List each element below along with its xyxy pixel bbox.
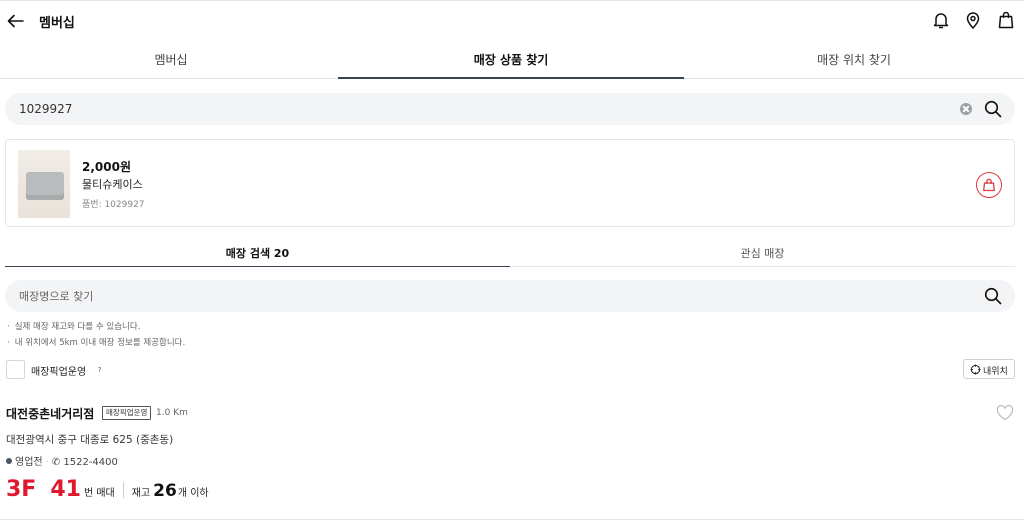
product-name: 물티슈케이스 [82, 178, 143, 191]
store-distance: 1.0 Km [156, 408, 188, 418]
bag-icon [983, 178, 995, 192]
pickup-filter-label[interactable]: 매장픽업운영 [31, 363, 86, 378]
product-search-bar [5, 93, 1015, 125]
notice-item: 실제 매장 재고와 다를 수 있습니다. [7, 319, 185, 335]
shopping-bag-icon[interactable] [996, 10, 1016, 30]
stock-info: 3F 41 번 매대 재고 26개 이하 [6, 477, 209, 507]
my-location-label: 내위치 [983, 367, 1008, 377]
clear-icon[interactable] [960, 103, 972, 115]
tab-find-store-product[interactable]: 매장 상품 찾기 [338, 45, 684, 79]
product-search-input[interactable] [19, 93, 919, 125]
product-image [18, 150, 70, 218]
location-pin-icon[interactable] [963, 10, 983, 30]
search-icon[interactable] [983, 99, 1003, 119]
stock-suffix: 개 이하 [177, 488, 209, 499]
main-tabs: 멤버십 매장 상품 찾기 매장 위치 찾기 [0, 45, 1024, 79]
stock-prefix: 재고 [131, 488, 151, 499]
divider [0, 519, 1024, 520]
store-status-row: 영업전 · ✆ 1522-4400 [6, 453, 118, 468]
heart-icon[interactable] [996, 405, 1014, 421]
pickup-badge: 매장픽업운영 [102, 406, 152, 420]
product-card: 2,000원 물티슈케이스 품번: 1029927 [5, 139, 1015, 227]
phone-icon: ✆ [51, 457, 64, 468]
my-location-button[interactable]: 내위치 [963, 359, 1015, 379]
notice-item: 내 위치에서 5km 이내 매장 정보를 제공합니다. [7, 335, 185, 351]
aisle-number: 41 [50, 477, 81, 502]
store-search-bar [5, 280, 1015, 312]
aisle-suffix: 번 매대 [83, 488, 115, 499]
store-name: 대전중촌네거리점 [6, 407, 95, 421]
status-dot [6, 458, 12, 464]
help-icon[interactable]: ? [94, 365, 105, 376]
pickup-checkbox[interactable] [6, 360, 25, 379]
product-price: 2,000원 [82, 160, 131, 174]
store-status: 영업전 [15, 457, 43, 468]
crosshair-icon [970, 364, 981, 375]
store-phone[interactable]: 1522-4400 [63, 457, 118, 468]
stock-quantity: 26 [153, 481, 177, 501]
back-arrow-icon[interactable] [6, 11, 26, 31]
tab-store-search[interactable]: 매장 검색 20 [5, 241, 510, 267]
store-floor: 3F [6, 477, 37, 502]
store-address: 대전광역시 중구 대종로 625 (중촌동) [6, 434, 174, 446]
page: 멤버십 멤버십 매장 상품 찾기 매장 위치 찾기 2,000원 물티슈케이스 … [0, 0, 1024, 529]
product-code: 품번: 1029927 [82, 200, 145, 210]
top-bar: 멤버십 [0, 1, 1024, 41]
store-search-input[interactable] [19, 280, 919, 312]
notice-list: 실제 매장 재고와 다를 수 있습니다. 내 위치에서 5km 이내 매장 정보… [7, 319, 185, 351]
bell-icon[interactable] [931, 10, 951, 30]
tab-favorite-stores[interactable]: 관심 매장 [510, 241, 1015, 267]
tab-find-store-location[interactable]: 매장 위치 찾기 [684, 45, 1024, 79]
search-icon[interactable] [983, 286, 1003, 306]
store-tabs: 매장 검색 20 관심 매장 [5, 241, 1015, 267]
page-title: 멤버십 [39, 16, 75, 31]
add-to-bag-button[interactable] [976, 172, 1002, 198]
tab-membership[interactable]: 멤버십 [0, 45, 342, 79]
